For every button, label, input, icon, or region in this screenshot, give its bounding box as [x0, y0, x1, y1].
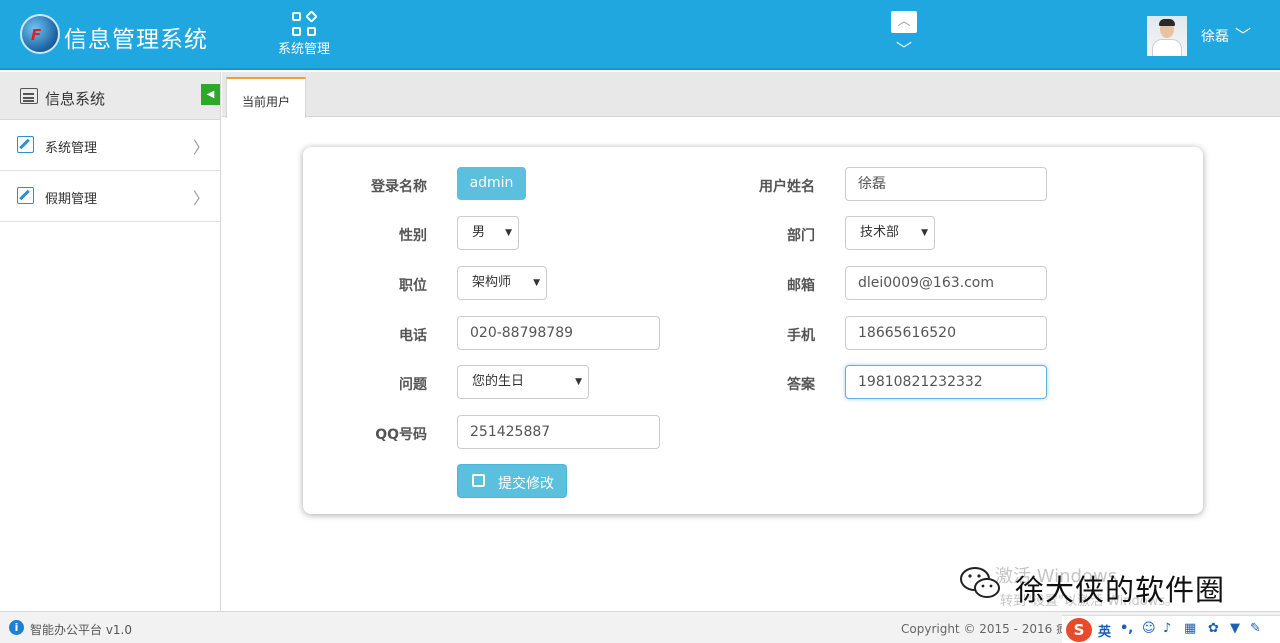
calendar-icon [20, 88, 38, 104]
full-name-label: 用户姓名 [759, 179, 815, 195]
tab-bar: 当前用户 [222, 72, 1280, 118]
sidebar-item-leave-management[interactable]: 假期管理 〉 [0, 171, 220, 222]
sogou-ime-icon[interactable]: S [1066, 618, 1092, 642]
mobile-field[interactable]: 18665616520 [845, 316, 1047, 350]
department-select[interactable]: 技术部 ▼ [845, 216, 935, 250]
microphone-icon[interactable]: ♪ [1163, 621, 1171, 636]
email-field[interactable]: dlei0009@163.com [845, 266, 1047, 300]
login-name-label: 登录名称 [371, 179, 427, 195]
watermark-text: 徐大侠的软件圈 [1015, 573, 1226, 607]
punctuation-icon[interactable]: •, [1120, 621, 1133, 636]
dropdown-arrow-icon: ▼ [505, 228, 512, 238]
answer-field[interactable]: 19810821232332 [845, 365, 1047, 399]
chevron-right-icon: 〉 [193, 189, 210, 208]
chevron-up-icon: ︿ [897, 14, 911, 29]
submit-changes-label: 提交修改 [498, 476, 554, 492]
top-header: F 信息管理系统 系统管理 ︿ ﹀ 徐磊 ﹀ [0, 0, 1280, 70]
gender-select[interactable]: 男 ▼ [457, 216, 519, 250]
dropdown-arrow-icon: ▼ [921, 228, 928, 238]
gender-label: 性别 [399, 228, 427, 244]
security-question-select[interactable]: 您的生日 ▼ [457, 365, 589, 399]
sidebar-title: 信息系统 [45, 90, 106, 108]
keyboard-icon[interactable]: ▦ [1184, 621, 1196, 636]
user-menu-chevron-icon[interactable]: ﹀ [1235, 22, 1251, 46]
apps-icon [292, 10, 318, 36]
sidebar: 信息系统 ◀ 系统管理 〉 假期管理 〉 [0, 72, 221, 611]
skin-icon[interactable]: ✿ [1208, 621, 1219, 636]
info-icon: i [9, 620, 24, 635]
mobile-label: 手机 [787, 328, 815, 344]
department-select-value: 技术部 [860, 225, 900, 240]
position-select-value: 架构师 [472, 275, 512, 290]
department-label: 部门 [787, 228, 815, 244]
sidebar-item-label: 系统管理 [45, 141, 98, 156]
position-select[interactable]: 架构师 ▼ [457, 266, 547, 300]
sidebar-item-system-management[interactable]: 系统管理 〉 [0, 120, 220, 171]
chevron-down-icon[interactable]: ﹀ [896, 36, 912, 60]
tools-icon[interactable]: ✎ [1250, 621, 1261, 636]
position-label: 职位 [399, 278, 427, 294]
shirt-icon[interactable]: ▼ [1230, 621, 1240, 636]
dropdown-arrow-icon: ▼ [575, 377, 582, 387]
nav-system-management[interactable]: 系统管理 [272, 10, 336, 60]
avatar[interactable] [1147, 16, 1187, 56]
question-label: 问题 [399, 377, 427, 393]
emoji-icon[interactable]: ☺ [1142, 621, 1156, 636]
ime-toolbar[interactable]: S 英 •, ☺ ♪ ▦ ✿ ▼ ✎ [1062, 615, 1280, 643]
qq-field[interactable]: 251425887 [457, 415, 660, 449]
answer-label: 答案 [787, 377, 815, 393]
full-name-field[interactable]: 徐磊 [845, 167, 1047, 201]
user-name[interactable]: 徐磊 [1201, 26, 1229, 46]
edit-icon [17, 136, 34, 153]
sidebar-toggle-button[interactable]: ◀ [201, 84, 220, 105]
sidebar-item-label: 假期管理 [45, 192, 98, 207]
security-question-select-value: 您的生日 [472, 374, 525, 389]
gender-select-value: 男 [472, 225, 486, 240]
submit-changes-button[interactable]: 提交修改 [457, 464, 567, 498]
dropdown-arrow-icon: ▼ [533, 278, 540, 288]
qq-label: QQ号码 [375, 427, 427, 443]
login-name-badge: admin [457, 167, 526, 200]
user-form-panel: 登录名称 admin 用户姓名 徐磊 性别 男 ▼ 部门 技术部 ▼ 职位 架构师 ▼… [303, 147, 1203, 514]
wechat-icon [960, 567, 1000, 598]
platform-version: 智能办公平台 v1.0 [30, 623, 133, 637]
phone-label: 电话 [399, 328, 427, 344]
phone-field[interactable]: 020-88798789 [457, 316, 660, 350]
sidebar-header: 信息系统 ◀ [0, 72, 220, 120]
tab-current-user[interactable]: 当前用户 [226, 77, 306, 118]
collapse-header-button[interactable]: ︿ [891, 11, 917, 33]
app-title: 信息管理系统 [64, 27, 208, 53]
nav-system-management-label: 系统管理 [277, 42, 330, 57]
email-label: 邮箱 [787, 278, 815, 294]
edit-icon [472, 474, 485, 487]
edit-icon [17, 187, 34, 204]
chevron-right-icon: 〉 [193, 138, 210, 157]
ime-mode-toggle[interactable]: 英 [1098, 621, 1111, 640]
app-logo: F [20, 14, 60, 54]
copyright-text: Copyright © 2015 - 2016 疯 [901, 622, 1069, 636]
